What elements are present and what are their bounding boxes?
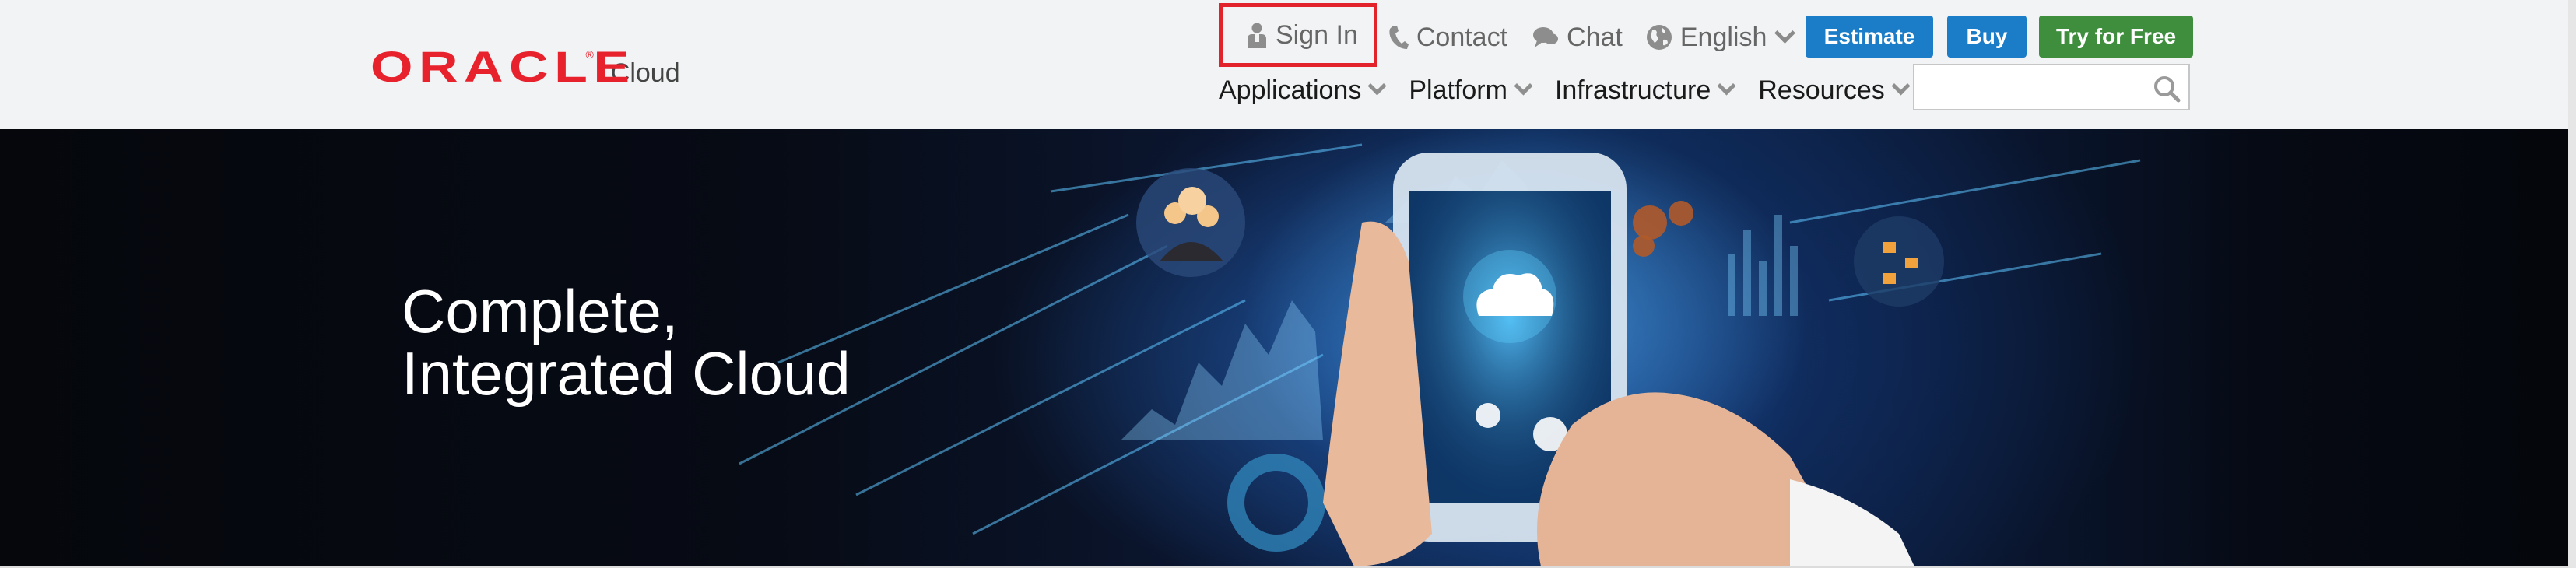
search-input[interactable] [1914,65,2159,109]
contact-label: Contact [1416,22,1508,52]
chevron-down-icon [1367,75,1387,96]
nav-label: Platform [1409,75,1507,105]
phone-icon [1388,24,1409,51]
nav-label: Infrastructure [1554,75,1711,105]
hero-background-image [739,143,2141,566]
chevron-down-icon [1514,75,1533,96]
chevron-down-icon [1717,75,1736,96]
hero-heading: Complete, Integrated Cloud [402,280,851,405]
chat-label: Chat [1567,22,1623,52]
nav-label: Applications [1219,75,1362,105]
chevron-down-icon [1774,22,1796,44]
search-icon[interactable] [2153,75,2181,107]
oracle-cloud-logo[interactable]: ORACLE ® Cloud [370,45,680,89]
hero-heading-line-1: Complete, [402,277,679,345]
chevron-down-icon [1891,75,1911,96]
user-icon [1246,22,1268,48]
buy-button[interactable]: Buy [1947,16,2027,58]
nav-infrastructure[interactable]: Infrastructure [1554,75,1736,106]
globe-icon [1646,24,1672,51]
hero-banner: Complete, Integrated Cloud [0,129,2568,566]
chat-link[interactable]: Chat [1532,9,1623,65]
nav-platform[interactable]: Platform [1409,75,1533,106]
contact-link[interactable]: Contact [1388,9,1507,65]
hero-heading-line-2: Integrated Cloud [402,339,851,408]
nav-resources[interactable]: Resources [1758,75,1911,106]
try-for-free-button[interactable]: Try for Free [2039,16,2193,58]
site-header: ORACLE ® Cloud Sign In Contact Chat Engl… [0,0,2568,129]
language-label: English [1679,22,1767,52]
nav-applications[interactable]: Applications [1219,75,1387,106]
nav-label: Resources [1758,75,1885,105]
chat-bubble-icon [1532,26,1559,49]
main-nav: Applications Platform Infrastructure Res… [1219,68,1932,112]
sign-in-label: Sign In [1276,19,1358,50]
sign-in-link[interactable]: Sign In [1219,3,1377,67]
logo-registered-mark: ® [585,48,594,61]
estimate-button[interactable]: Estimate [1806,16,1933,58]
search-box [1913,64,2190,110]
page-scrollbar[interactable] [2568,0,2576,568]
language-selector[interactable]: English [1646,9,1796,65]
logo-wordmark: ORACLE [370,42,636,91]
utility-nav: Sign In Contact Chat English [1219,3,1796,67]
